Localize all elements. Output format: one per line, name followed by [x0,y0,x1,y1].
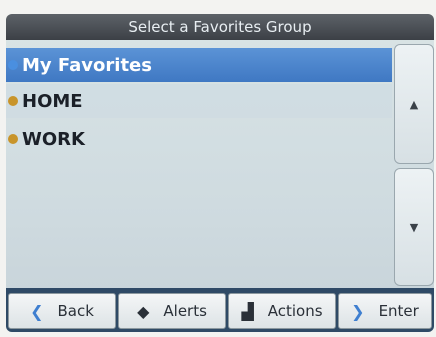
enter-button[interactable]: ❯ Enter [338,293,432,329]
triangle-down-icon: ▼ [409,220,419,234]
list-item-my-favorites[interactable]: My Favorites [6,48,392,82]
list-item-home[interactable]: HOME [6,84,392,118]
alert-icon: ◆ [137,301,150,321]
list-item-label: My Favorites [22,54,152,76]
back-button[interactable]: ❮ Back [8,293,116,329]
group-bullet-icon [8,60,18,70]
triangle-up-icon: ▲ [409,97,419,111]
alerts-button-label: Alerts [163,302,207,320]
list-item-work[interactable]: WORK [6,122,392,156]
group-bullet-icon [8,96,18,106]
group-bullet-icon [8,134,18,144]
window-title: Select a Favorites Group [6,14,434,40]
actions-icon: ▟ [241,301,254,321]
list-item-label: HOME [22,90,83,112]
chevron-left-icon: ❮ [30,301,44,321]
list-item-label: WORK [22,128,85,150]
device-screen: Select a Favorites Group My Favorites HO… [6,14,434,332]
bottom-toolbar: ❮ Back ◆ Alerts ▟ Actions ❯ Enter [6,288,434,332]
enter-button-label: Enter [378,302,419,320]
scroll-down-button[interactable]: ▼ [394,168,434,286]
alerts-button[interactable]: ◆ Alerts [118,293,226,329]
favorites-group-list: My Favorites HOME WORK [6,48,392,288]
back-button-label: Back [57,302,94,320]
scroll-up-button[interactable]: ▲ [394,44,434,164]
actions-button-label: Actions [267,302,323,320]
actions-button[interactable]: ▟ Actions [228,293,336,329]
chevron-right-icon: ❯ [351,301,365,321]
